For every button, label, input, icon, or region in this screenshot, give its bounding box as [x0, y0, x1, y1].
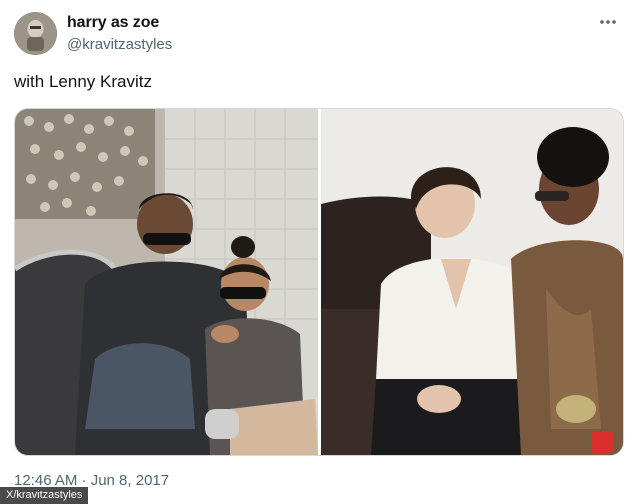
more-horizontal-icon — [600, 20, 616, 24]
media-grid — [14, 108, 624, 456]
photo-right-image — [321, 109, 623, 455]
image-credit: X/kravitzastyles — [0, 487, 89, 504]
more-options-button[interactable] — [596, 10, 620, 34]
tweet-text: with Lenny Kravitz — [14, 72, 152, 91]
photo-left-image — [15, 109, 318, 455]
tweet-card: harry as zoe @kravitzastyles with Lenny … — [0, 0, 634, 504]
display-name[interactable]: harry as zoe — [67, 14, 159, 32]
user-handle[interactable]: @kravitzastyles — [67, 36, 172, 53]
avatar[interactable] — [14, 12, 57, 55]
photo-right[interactable] — [321, 109, 623, 455]
avatar-image — [14, 12, 57, 55]
photo-left[interactable] — [15, 109, 318, 455]
